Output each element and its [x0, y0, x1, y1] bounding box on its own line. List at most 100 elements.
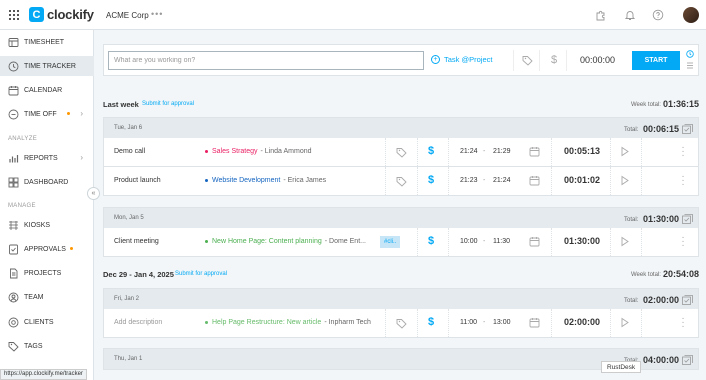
- timer-mode-switch[interactable]: [685, 49, 695, 71]
- tag-icon[interactable]: [396, 318, 407, 329]
- workspace-name[interactable]: ACME Corp: [106, 11, 149, 20]
- day-total: 04:00:00: [643, 355, 680, 365]
- time-entry-row[interactable]: Client meeting New Home Page: Content pl…: [103, 228, 699, 257]
- calendar-icon[interactable]: [529, 146, 540, 157]
- time-entry-row[interactable]: Product launch Website Development - Eri…: [103, 167, 699, 196]
- day-total: 02:00:00: [643, 295, 680, 305]
- play-icon[interactable]: [619, 146, 630, 157]
- calendar-icon[interactable]: [529, 236, 540, 247]
- entry-project[interactable]: New Home Page: Content planning - Dome E…: [205, 238, 366, 245]
- play-icon[interactable]: [619, 317, 630, 328]
- submit-for-approval-link[interactable]: Submit for approval: [142, 101, 194, 107]
- submit-for-approval-link[interactable]: Submit for approval: [175, 271, 227, 277]
- time-entry-row[interactable]: Demo call Sales Strategy - Linda Ammond …: [103, 138, 699, 167]
- sidebar-item-time-tracker[interactable]: TIME TRACKER: [0, 56, 94, 76]
- sidebar-item-calendar[interactable]: CALENDAR: [0, 80, 94, 100]
- sidebar-item-time-off[interactable]: TIME OFF ›: [0, 104, 94, 124]
- workspace-more-icon[interactable]: •••: [151, 9, 163, 19]
- project-picker[interactable]: + Task @Project: [431, 55, 492, 64]
- sidebar-item-kiosks[interactable]: KIOSKS: [0, 215, 94, 235]
- entry-description[interactable]: Add description: [114, 319, 162, 326]
- entry-start-time[interactable]: 21:24: [460, 148, 478, 155]
- day-total-label: Total:: [624, 127, 639, 133]
- entry-start-time[interactable]: 21:23: [460, 177, 478, 184]
- apps-grid-icon[interactable]: [9, 10, 19, 20]
- billable-dollar-icon[interactable]: $: [428, 145, 434, 157]
- description-input[interactable]: [108, 51, 424, 70]
- bulk-edit-icon[interactable]: [682, 295, 693, 305]
- entry-duration[interactable]: 02:00:00: [564, 317, 600, 327]
- tag-icon[interactable]: [521, 54, 533, 66]
- divider: [448, 138, 449, 166]
- sidebar-item-timesheet[interactable]: TIMESHEET: [0, 32, 94, 52]
- sidebar-item-dashboard[interactable]: DASHBOARD: [0, 172, 94, 192]
- entry-end-time[interactable]: 11:30: [493, 238, 510, 245]
- play-icon[interactable]: [619, 175, 630, 186]
- entry-description[interactable]: Demo call: [114, 148, 145, 155]
- project-color-dot: [205, 240, 208, 243]
- divider: [641, 138, 642, 166]
- billable-dollar-icon[interactable]: $: [548, 54, 560, 66]
- sidebar-item-tags[interactable]: TAGS: [0, 336, 94, 356]
- divider: [417, 167, 418, 195]
- sidebar-item-reports[interactable]: REPORTS ›: [0, 148, 94, 168]
- collapse-sidebar-button[interactable]: «: [87, 187, 100, 200]
- divider: [539, 50, 540, 71]
- entry-end-time[interactable]: 21:29: [493, 148, 511, 155]
- entry-duration[interactable]: 00:05:13: [564, 146, 600, 156]
- day-header: Mon, Jan 5 Total: 01:30:00: [103, 207, 699, 229]
- divider: [385, 309, 386, 337]
- sidebar-item-projects[interactable]: PROJECTS: [0, 263, 94, 283]
- bulk-edit-icon[interactable]: [682, 355, 693, 365]
- entry-description[interactable]: Product launch: [114, 177, 161, 184]
- entry-end-time[interactable]: 13:00: [493, 319, 511, 326]
- more-options-icon[interactable]: · · ·: [681, 233, 685, 251]
- entry-client: - Dome Ent...: [324, 238, 366, 245]
- calendar-icon[interactable]: [529, 175, 540, 186]
- sidebar-item-approvals[interactable]: APPROVALS: [0, 239, 94, 259]
- bulk-edit-icon[interactable]: [682, 214, 693, 224]
- more-options-icon[interactable]: · · ·: [681, 143, 685, 161]
- sidebar-item-clients[interactable]: CLIENTS: [0, 312, 94, 332]
- app-logo[interactable]: C clockify: [29, 7, 94, 22]
- avatar[interactable]: [683, 7, 699, 23]
- entry-project[interactable]: Sales Strategy - Linda Ammond: [205, 148, 312, 155]
- billable-dollar-icon[interactable]: $: [428, 316, 434, 328]
- billable-dollar-icon[interactable]: $: [428, 235, 434, 247]
- help-icon[interactable]: [651, 8, 665, 22]
- chevron-right-icon: ›: [80, 153, 83, 162]
- tag-icon[interactable]: [396, 176, 407, 187]
- calendar-icon[interactable]: [529, 317, 540, 328]
- divider: [417, 138, 418, 166]
- extension-icon[interactable]: [594, 8, 608, 22]
- more-options-icon[interactable]: · · ·: [681, 314, 685, 332]
- entry-duration[interactable]: 01:30:00: [564, 236, 600, 246]
- entry-start-time[interactable]: 11:00: [460, 319, 477, 326]
- entry-description[interactable]: Client meeting: [114, 238, 159, 245]
- project-color-dot: [205, 179, 208, 182]
- entry-client: - Linda Ammond: [260, 148, 312, 155]
- day-label: Fri, Jan 2: [114, 296, 140, 302]
- entry-start-time[interactable]: 10:00: [460, 238, 478, 245]
- bell-icon[interactable]: [623, 8, 637, 22]
- week-total-label: Week total:: [631, 102, 661, 108]
- notification-dot: [67, 112, 70, 115]
- tag-chip[interactable]: #cli..: [380, 236, 401, 248]
- entry-project[interactable]: Help Page Restructure: New article - Inp…: [205, 319, 371, 326]
- start-button[interactable]: START: [632, 51, 680, 70]
- day-total: 00:06:15: [643, 124, 680, 134]
- entry-project[interactable]: Website Development - Erica James: [205, 177, 326, 184]
- tag-icon[interactable]: [396, 147, 407, 158]
- time-entry-row[interactable]: Add description Help Page Restructure: N…: [103, 309, 699, 338]
- day-label: Mon, Jan 5: [114, 215, 144, 221]
- sidebar-item-label: REPORTS: [24, 154, 58, 162]
- play-icon[interactable]: [619, 236, 630, 247]
- sidebar-item-team[interactable]: TEAM: [0, 287, 94, 307]
- clock-icon: [8, 61, 19, 72]
- entry-duration[interactable]: 00:01:02: [564, 175, 600, 185]
- chevron-right-icon: ›: [80, 109, 83, 118]
- more-options-icon[interactable]: · · ·: [681, 172, 685, 190]
- entry-end-time[interactable]: 21:24: [493, 177, 511, 184]
- billable-dollar-icon[interactable]: $: [428, 174, 434, 186]
- bulk-edit-icon[interactable]: [682, 124, 693, 134]
